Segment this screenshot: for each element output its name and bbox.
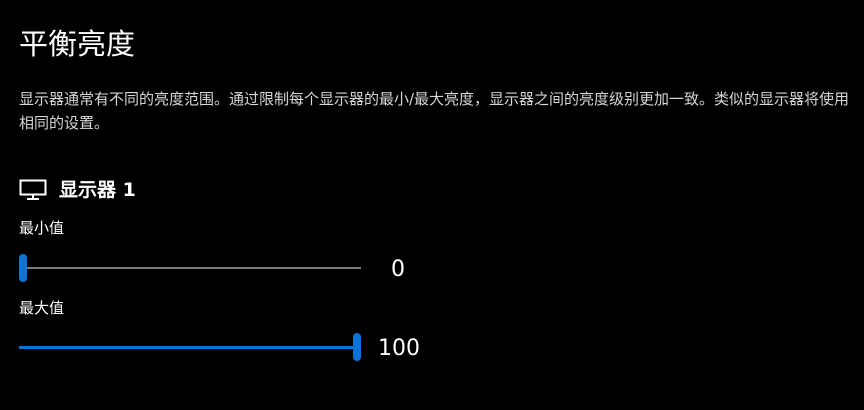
page-description: 显示器通常有不同的亮度范围。通过限制每个显示器的最小/最大亮度，显示器之间的亮度… — [19, 90, 850, 132]
max-slider-value: 100 — [378, 336, 420, 361]
slider-thumb[interactable] — [353, 333, 361, 361]
max-slider-label: 最大值 — [19, 299, 65, 317]
min-slider-label: 最小值 — [19, 219, 65, 237]
slider-track-fill — [19, 346, 357, 349]
page-title: 平衡亮度 — [19, 27, 136, 61]
balance-brightness-page: 平衡亮度 显示器通常有不同的亮度范围。通过限制每个显示器的最小/最大亮度，显示器… — [0, 0, 864, 410]
min-slider-value: 0 — [391, 257, 405, 282]
slider-thumb[interactable] — [19, 254, 27, 282]
monitor-name: 显示器 1 — [59, 179, 136, 201]
max-brightness-slider[interactable] — [19, 331, 361, 363]
min-brightness-slider[interactable] — [19, 252, 361, 284]
slider-track — [19, 267, 361, 269]
monitor-icon — [19, 179, 47, 200]
monitor-header: 显示器 1 — [19, 175, 136, 205]
